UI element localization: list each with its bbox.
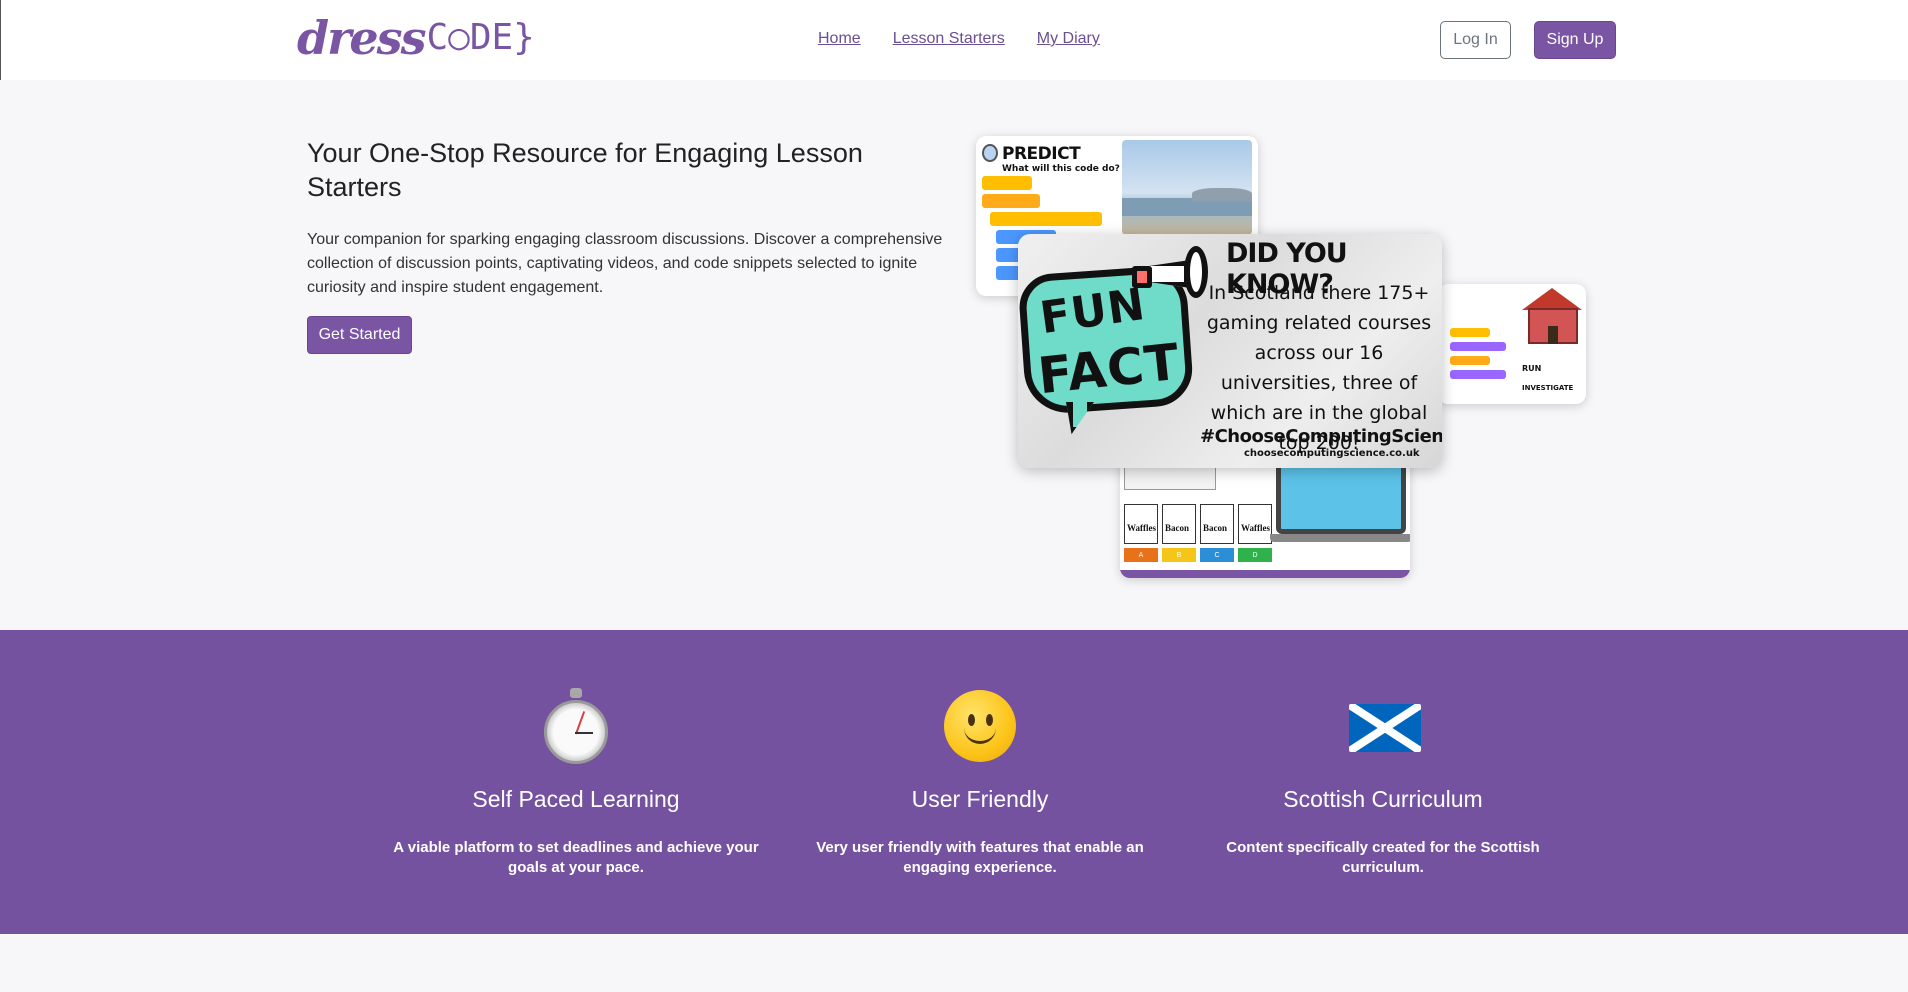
navbar: dress C○DE} Home Lesson Starters My Diar… [0,0,1908,80]
stopwatch-icon [536,686,616,766]
get-started-button[interactable]: Get Started [307,316,412,354]
hero-section: Your One-Stop Resource for Engaging Less… [307,136,947,354]
feature-description: Very user friendly with features that en… [816,839,1144,876]
quiz-answer-buttons: A B C D [1124,548,1272,562]
quiz-answer-b: B [1162,548,1196,562]
fact-word: FACT [1035,332,1183,406]
signup-button[interactable]: Sign Up [1534,21,1616,59]
run-label: RUN [1522,364,1542,373]
quiz-option: Bacon [1200,504,1234,544]
feature-title: User Friendly [911,786,1049,812]
login-button[interactable]: Log In [1440,21,1511,59]
speech-bubble-tail [1066,402,1094,434]
quiz-answer-d: D [1238,548,1272,562]
nav-link-my-diary[interactable]: My Diary [1037,30,1100,48]
fun-fact-hashtag: #ChooseComputingScience [1200,426,1442,447]
logo-dress-text: dress [297,11,426,65]
smiley-icon [940,686,1020,766]
laptop-base [1270,534,1410,542]
quiz-options: Waffles Bacon Bacon Waffles [1124,504,1272,544]
investigate-label: INVESTIGATE [1522,384,1574,392]
features-section: Self Paced Learning A viable platform to… [0,630,1908,934]
beach-photo [1122,140,1252,235]
quiz-answer-a: A [1124,548,1158,562]
logo-code-text: C○DE} [426,17,535,58]
fun-fact-card-image: FUN FACT DID YOU KNOW? In Scotland there… [1018,234,1442,468]
scratch-blocks-small [1450,328,1520,388]
nav-link-lesson-starters[interactable]: Lesson Starters [893,30,1005,48]
house-door [1548,326,1558,344]
feature-description: A viable platform to set deadlines and a… [393,839,759,876]
nav-link-home[interactable]: Home [818,30,861,48]
quiz-option: Waffles [1124,504,1158,544]
quiz-option: Waffles [1238,504,1272,544]
hero-description: Your companion for sparking engaging cla… [307,231,943,296]
predict-title: PREDICT [1002,144,1081,164]
feature-description: Content specifically created for the Sco… [1226,839,1540,876]
main-nav: Home Lesson Starters My Diary [818,30,1100,48]
feature-title: Self Paced Learning [472,786,680,812]
fun-fact-url: choosecomputingscience.co.uk [1244,448,1420,459]
feature-title: Scottish Curriculum [1283,786,1483,812]
predict-subtitle: What will this code do? [1002,164,1120,174]
card-footer-strip [1120,570,1410,578]
crystal-ball-icon [982,144,998,162]
hero-image-collage: PREDICT What will this code do? RUN INVE… [960,128,1600,578]
house-roof [1522,288,1582,310]
quiz-option: Bacon [1162,504,1196,544]
dresscode-logo[interactable]: dress C○DE} [297,14,535,62]
run-investigate-card-image: RUN INVESTIGATE [1438,284,1586,404]
megaphone-icon [1132,246,1212,298]
scotland-flag-icon [1343,686,1423,766]
hero-title: Your One-Stop Resource for Engaging Less… [307,138,863,202]
quiz-answer-c: C [1200,548,1234,562]
